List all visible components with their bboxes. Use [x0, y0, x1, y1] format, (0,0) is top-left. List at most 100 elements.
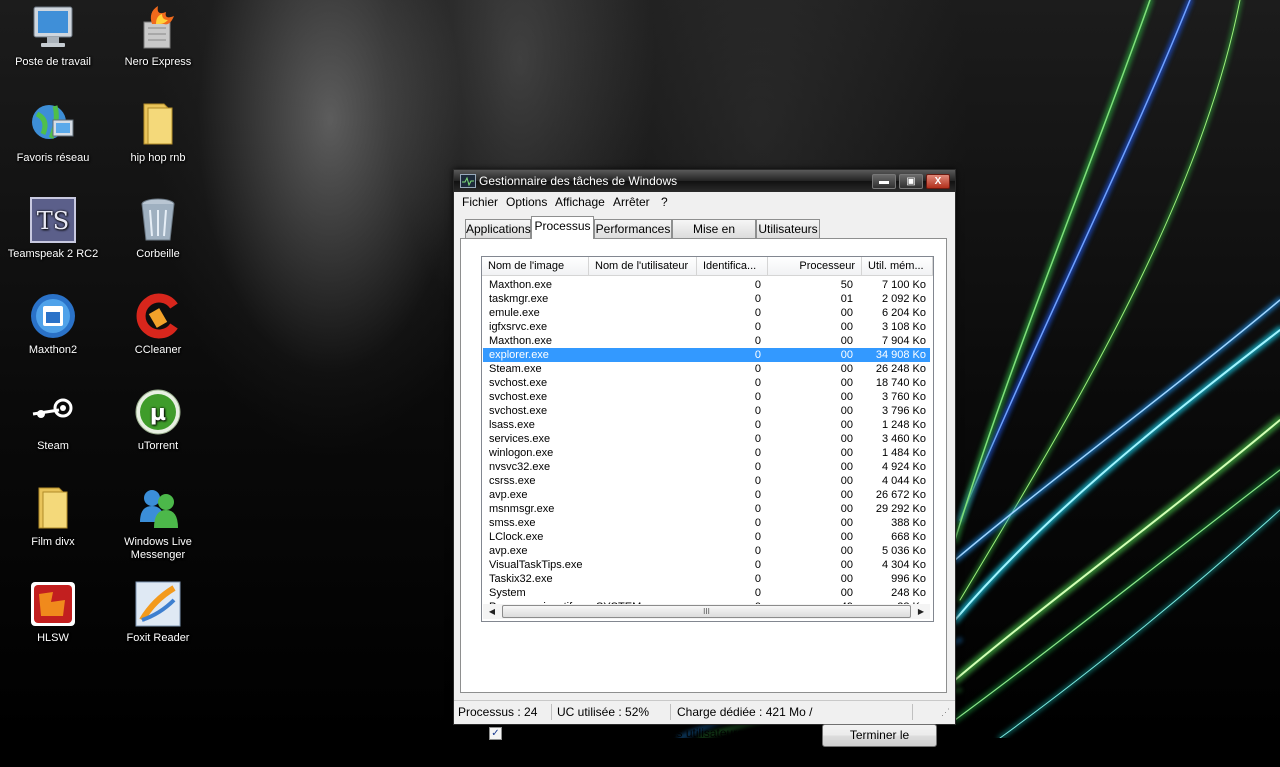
process-row[interactable]: Steam.exe 0 00 26 248 Ko: [483, 362, 930, 376]
process-memory: 26 672 Ko: [875, 489, 926, 501]
status-separator: [912, 704, 913, 720]
menu-options[interactable]: Options: [506, 195, 547, 209]
process-row[interactable]: explorer.exe 0 00 34 908 Ko: [483, 348, 930, 362]
process-row[interactable]: avp.exe 0 00 5 036 Ko: [483, 544, 930, 558]
tab-utilisateurs[interactable]: Utilisateurs: [756, 219, 820, 238]
process-row[interactable]: avp.exe 0 00 26 672 Ko: [483, 488, 930, 502]
process-row[interactable]: smss.exe 0 00 388 Ko: [483, 516, 930, 530]
process-row[interactable]: System 0 00 248 Ko: [483, 586, 930, 600]
tab-performances[interactable]: Performances: [594, 219, 672, 238]
desktop-icon-label: Teamspeak 2 RC2: [7, 248, 99, 260]
desktop-icon-hlsw[interactable]: HLSW: [5, 580, 101, 645]
end-process-button[interactable]: Terminer le processus: [822, 724, 937, 763]
process-row[interactable]: services.exe 0 00 3 460 Ko: [483, 432, 930, 446]
process-row[interactable]: svchost.exe 0 00 3 760 Ko: [483, 390, 930, 404]
desktop-icon-teamspeak[interactable]: TS Teamspeak 2 RC2: [5, 196, 101, 261]
process-row[interactable]: Maxthon.exe 0 50 7 100 Ko: [483, 278, 930, 292]
desktop-icon-foxit-reader[interactable]: Foxit Reader: [110, 580, 206, 645]
close-button[interactable]: X: [926, 174, 950, 189]
process-row[interactable]: svchost.exe 0 00 3 796 Ko: [483, 404, 930, 418]
scroll-left-arrow-icon[interactable]: ◀: [485, 605, 499, 618]
process-cpu: 00: [840, 545, 853, 557]
menu-help[interactable]: ?: [661, 195, 668, 209]
process-row[interactable]: igfxsrvc.exe 0 00 3 108 Ko: [483, 320, 930, 334]
process-row[interactable]: emule.exe 0 00 6 204 Ko: [483, 306, 930, 320]
process-session-id: 0: [754, 335, 761, 347]
desktop-icon-ccleaner[interactable]: CCleaner: [110, 292, 206, 357]
desktop-icon-maxthon2[interactable]: Maxthon2: [5, 292, 101, 357]
process-cpu: 00: [840, 531, 853, 543]
menu-arreter[interactable]: Arrêter: [613, 195, 650, 209]
process-memory: 1 484 Ko: [881, 447, 926, 459]
process-cpu: 00: [840, 377, 853, 389]
tab-mise-en-reseau[interactable]: Mise en réseau: [672, 219, 756, 255]
process-row[interactable]: Taskix32.exe 0 00 996 Ko: [483, 572, 930, 586]
menu-fichier[interactable]: Fichier: [462, 195, 498, 209]
desktop-icon-label: hip hop rnb: [130, 152, 186, 164]
window-title: Gestionnaire des tâches de Windows: [479, 174, 678, 188]
desktop-icon-windows-live-messenger[interactable]: Windows Live Messenger: [110, 484, 206, 562]
scroll-right-arrow-icon[interactable]: ▶: [914, 605, 928, 618]
horizontal-scrollbar[interactable]: ◀ III ▶: [483, 604, 930, 619]
desktop-icon-hip-hop-rnb[interactable]: hip hop rnb: [110, 100, 206, 165]
process-row[interactable]: msnmsgr.exe 0 00 29 292 Ko: [483, 502, 930, 516]
process-row[interactable]: nvsvc32.exe 0 00 4 924 Ko: [483, 460, 930, 474]
process-row[interactable]: winlogon.exe 0 00 1 484 Ko: [483, 446, 930, 460]
process-row[interactable]: lsass.exe 0 00 1 248 Ko: [483, 418, 930, 432]
process-name: winlogon.exe: [489, 447, 554, 459]
process-memory: 34 908 Ko: [875, 349, 926, 361]
process-memory: 3 760 Ko: [881, 391, 926, 403]
process-memory: 3 796 Ko: [881, 405, 926, 417]
process-row[interactable]: svchost.exe 0 00 18 740 Ko: [483, 376, 930, 390]
process-row[interactable]: VisualTaskTips.exe 0 00 4 304 Ko: [483, 558, 930, 572]
process-name: csrss.exe: [489, 475, 536, 487]
process-cpu: 50: [840, 279, 853, 291]
process-session-id: 0: [754, 489, 761, 501]
process-memory: 248 Ko: [891, 587, 926, 599]
show-all-users-checkbox[interactable]: ✓: [489, 727, 502, 740]
scrollbar-thumb[interactable]: III: [502, 605, 911, 618]
column-header-user-name[interactable]: Nom de l'utilisateur: [589, 257, 697, 276]
tab-processus[interactable]: Processus: [531, 216, 594, 239]
computer-icon: [29, 4, 77, 52]
column-header-image-name[interactable]: Nom de l'image: [482, 257, 589, 276]
desktop-icon-utorrent[interactable]: µ uTorrent: [110, 388, 206, 453]
process-row[interactable]: csrss.exe 0 00 4 044 Ko: [483, 474, 930, 488]
desktop-icon-corbeille[interactable]: Corbeille: [110, 196, 206, 261]
process-session-id: 0: [754, 559, 761, 571]
process-list[interactable]: Nom de l'image Nom de l'utilisateur Iden…: [481, 256, 934, 622]
process-memory: 3 460 Ko: [881, 433, 926, 445]
process-memory: 4 304 Ko: [881, 559, 926, 571]
desktop-icon-film-divx[interactable]: Film divx: [5, 484, 101, 549]
resize-grip-icon[interactable]: ⋰: [941, 707, 950, 718]
desktop-icon-poste-de-travail[interactable]: Poste de travail: [5, 4, 101, 69]
checkmark-icon: ✓: [491, 728, 500, 739]
process-session-id: 0: [754, 279, 761, 291]
column-header-memory[interactable]: Util. mém...: [862, 257, 933, 276]
title-bar[interactable]: Gestionnaire des tâches de Windows ▬ ▣ X: [454, 170, 955, 192]
process-row[interactable]: LClock.exe 0 00 668 Ko: [483, 530, 930, 544]
tab-applications[interactable]: Applications: [465, 219, 531, 238]
desktop-icon-nero-express[interactable]: Nero Express: [110, 4, 206, 69]
task-manager-window: Gestionnaire des tâches de Windows ▬ ▣ X…: [453, 169, 956, 763]
minimize-button[interactable]: ▬: [872, 174, 896, 189]
maximize-button[interactable]: ▣: [899, 174, 923, 189]
desktop-icon-favoris-reseau[interactable]: Favoris réseau: [5, 100, 101, 165]
status-separator: [551, 704, 552, 720]
process-cpu: 00: [840, 405, 853, 417]
hlsw-icon: [29, 580, 77, 628]
desktop-icon-label: Steam: [37, 440, 69, 452]
process-session-id: 0: [754, 405, 761, 417]
process-row[interactable]: Maxthon.exe 0 00 7 904 Ko: [483, 334, 930, 348]
desktop-icon-steam[interactable]: Steam: [5, 388, 101, 453]
column-header-session-id[interactable]: Identifica...: [697, 257, 768, 276]
process-session-id: 0: [754, 587, 761, 599]
process-cpu: 00: [840, 391, 853, 403]
process-memory: 388 Ko: [891, 517, 926, 529]
column-header-cpu[interactable]: Processeur: [768, 257, 862, 276]
menu-affichage[interactable]: Affichage: [555, 195, 605, 209]
desktop-icon-label: Nero Express: [124, 56, 192, 68]
maxthon-icon: [29, 292, 77, 340]
process-row[interactable]: taskmgr.exe 0 01 2 092 Ko: [483, 292, 930, 306]
status-process-count: Processus : 24: [458, 705, 538, 719]
